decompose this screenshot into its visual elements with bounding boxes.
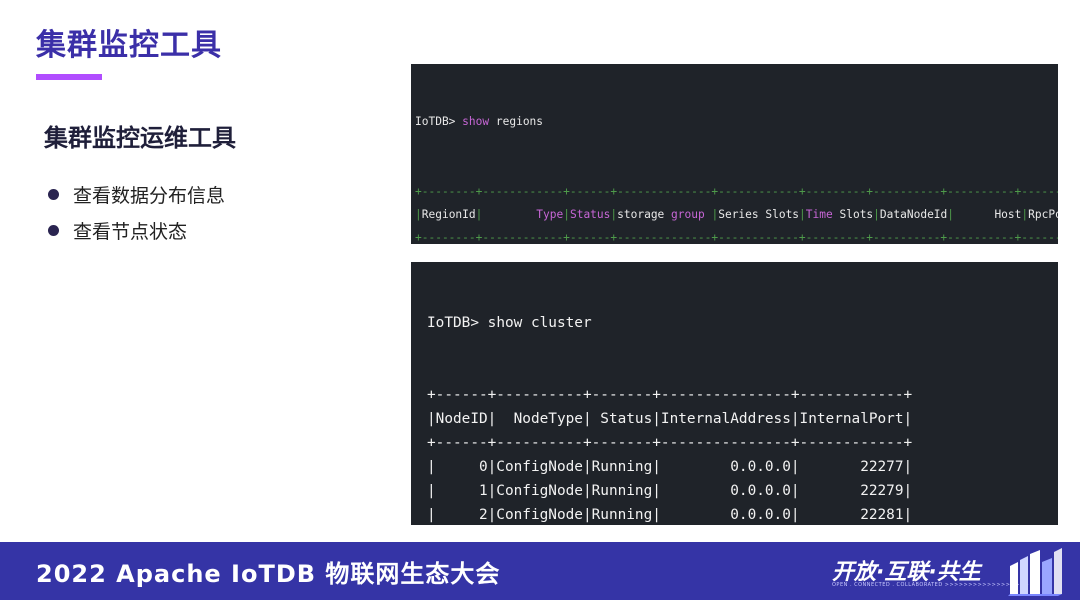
column-header: Status [569,208,611,222]
command-keyword: show [462,115,490,129]
footer-bar: 2022 Apache IoTDB 物联网生态大会 开放·互联·共生 OPEN … [0,542,1080,600]
terminal-prompt: IoTDB> [415,115,456,129]
terminal-prompt-line: IoTDB> show regions [411,110,1058,133]
bullet-item: 查看节点状态 [48,212,225,248]
title-underline [36,74,102,80]
terminal-regions: IoTDB> show regions +--------+----------… [411,64,1058,244]
terminal-prompt-line: IoTDB> show cluster [427,311,1058,335]
footer-conference-title: 2022 Apache IoTDB 物联网生态大会 [36,560,501,588]
iotdb-logo-icon [1008,548,1062,596]
terminal-command: show cluster [487,315,592,331]
table-border: +--------+------------+------+----------… [415,185,1058,198]
bullet-text: 查看数据分布信息 [73,184,226,207]
column-header: Host [954,208,1022,222]
slide-title: 集群监控工具 [36,28,222,63]
table-header-row: |NodeID| NodeType| Status|InternalAddres… [427,411,913,427]
table-row: | 2|ConfigNode|Running| 0.0.0.0| 22281| [427,507,913,523]
table-border: +------+----------+-------+-------------… [427,387,913,403]
column-header: Type [482,208,564,222]
table-border: +------+----------+-------+-------------… [427,435,913,451]
column-header: storage [617,208,672,222]
column-header: RegionId [421,208,476,222]
terminal-prompt: IoTDB> [427,315,479,331]
bullet-list: 查看数据分布信息 查看节点状态 [48,176,225,248]
footer-slogan-english: OPEN . CONNECTED . COLLABORATED >>>>>>>>… [832,582,1030,588]
bullet-item: 查看数据分布信息 [48,176,225,212]
bullet-dot-icon [48,224,59,236]
table-row: | 1|ConfigNode|Running| 0.0.0.0| 22279| [427,483,913,499]
command-argument: regions [495,115,544,129]
column-header: RpcPort [1028,208,1058,222]
table-row: | 0|ConfigNode|Running| 0.0.0.0| 22277| [427,459,913,475]
column-header: DataNodeId [879,208,948,222]
table-border: +--------+------------+------+----------… [415,231,1058,244]
table-header-row: |RegionId| Type|Status|storage group |Se… [411,203,1058,226]
column-header: Time [805,208,833,222]
terminal-cluster: IoTDB> show cluster +------+----------+-… [411,262,1058,525]
bullet-text: 查看节点状态 [73,220,188,243]
bullet-dot-icon [48,188,59,200]
column-header: Series Slots [718,208,800,222]
sub-heading: 集群监控运维工具 [44,124,236,152]
